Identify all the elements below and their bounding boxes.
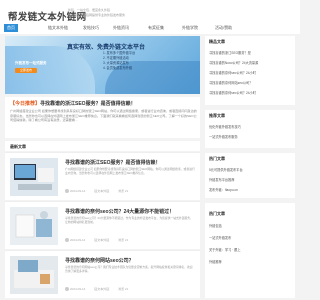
nav-item-text-links[interactable]: 链文本外链 (48, 25, 68, 31)
sidebar-link[interactable]: 寻找靠谱的Nuxo公司？24大流量源 (209, 60, 292, 65)
post-title[interactable]: 寻找靠谱的奈何seo公司？24大量源你不能错过！ (65, 208, 174, 215)
post-category[interactable]: 链文本外链 (94, 238, 109, 242)
nav-item-home[interactable]: 首页 (4, 24, 18, 32)
banner-feature-list: 1. 发布多个国外链平台 2. 不定期外链活动 3. 大量资源站发布 4. 会员… (103, 51, 136, 70)
post-card[interactable]: 寻找靠谱的奈何网站seo公司？ 寻找靠谱的奈何网站seo公司？我们专业技术团队为… (5, 250, 200, 298)
sidebar-hot-tags-box: 热门文章 外链包括 一站式外链发布 关于外链：学习 · 跟上 外链推荐 (205, 203, 295, 298)
post-category[interactable]: 链文本外链 (94, 189, 109, 193)
featured-post-title[interactable]: 【今日推荐】寻找靠谱的浙江SEO服务？是否值得信赖！ (10, 100, 136, 107)
sidebar-link[interactable]: 寻找靠谱的奈何seo公司？24小时 (209, 70, 292, 75)
post-title[interactable]: 寻找靠谱的奈何网站seo公司？ (65, 257, 134, 264)
post-card[interactable]: 寻找靠谱的浙江SEO服务？是否值得信赖！ 广州网络搭建企业公司 如果你想要寻找到… (5, 152, 200, 200)
sidebar-link[interactable]: 优化外链外链发布技巧 (209, 124, 292, 129)
sidebar-link[interactable]: 寻找靠谱的浙江SEO服务？是 (209, 50, 292, 55)
sidebar-box-title: 热门文章 (209, 156, 225, 161)
nav-item-posting-tips[interactable]: 发帖技巧 (83, 25, 99, 31)
post-date: 2024-09-14 (65, 189, 85, 194)
sidebar-link[interactable]: 5元可提供外链发布平台 (209, 167, 292, 172)
featured-post-excerpt: 广州网络搭建企业公司 如果你想要寻找到具有良好口碑的浙江SEO网站，你可以通过网… (10, 109, 197, 123)
post-thumbnail[interactable] (10, 207, 58, 245)
nav-item-rewards[interactable]: 有奖征集 (148, 25, 164, 31)
sidebar-link[interactable]: 关于外链：学习 · 跟上 (209, 247, 292, 252)
banner-title: 真实有效、免费外链文本平台 (67, 45, 146, 51)
post-thumbnail[interactable] (10, 158, 58, 196)
banner-cta-button[interactable]: 立即发布 (15, 68, 37, 73)
avatar (65, 189, 69, 194)
post-card[interactable]: 寻找靠谱的奈何seo公司？24大量源你不能错过！ 寻找靠谱的奈何seo公司？24… (5, 201, 200, 249)
post-excerpt: 广州网络搭建企业公司 如果你想要寻找到具有良好口碑的浙江SEO网站，你可以通过网… (65, 167, 195, 175)
site-slogan: 外链、一站全包、便宜永久外链 帮发链文本外链网提供专业的外链发布服务 (68, 8, 126, 17)
post-excerpt: 寻找靠谱的奈何网站seo公司？我们专业技术团队为您量身定制方案，提升网站权重和关… (65, 265, 193, 273)
post-meta: 2024-09-14 链文本外链 浏览 21 (65, 287, 136, 292)
post-views: 浏览 21 (118, 189, 129, 193)
hero-banner[interactable]: 真实有效、免费外链文本平台 1. 发布多个国外链平台 2. 不定期外链活动 3.… (5, 36, 200, 94)
sidebar-recommend-box: 推荐文章 优化外链外链发布技巧 一站式外链发布服务 (205, 110, 295, 148)
sidebar-link[interactable]: 外链包括 (209, 223, 292, 228)
post-date: 2024-09-14 (65, 287, 85, 292)
nav-item-academy[interactable]: 外链学院 (182, 25, 198, 31)
sidebar-link[interactable]: 一站式外链发布服务 (209, 134, 292, 139)
sidebar-box-title: 热门文章 (209, 211, 225, 216)
avatar (65, 238, 69, 243)
sidebar-link[interactable]: 发布外链：flaopu.cn (209, 187, 292, 192)
sidebar-link[interactable]: 外链推荐 (209, 259, 292, 264)
post-views: 浏览 21 (118, 287, 129, 291)
sidebar-link[interactable]: 寻找靠谱的奈何网站seo公司？ (209, 80, 292, 85)
post-date: 2024-09-14 (65, 238, 85, 243)
avatar (65, 287, 69, 292)
post-excerpt: 寻找靠谱的奈何seo公司？24大量源你不能错过，作为专业的外链发布平台，为您提供… (65, 216, 193, 224)
sidebar-link[interactable]: 寻找靠谱的奈何seo公司？24小时 (209, 90, 292, 95)
post-views: 浏览 21 (118, 238, 129, 242)
post-meta: 2024-09-14 链文本外链 浏览 21 (65, 189, 136, 194)
post-title[interactable]: 寻找靠谱的浙江SEO服务？是否值得信赖！ (65, 159, 161, 166)
sidebar-link[interactable]: 外链发布平台推荐 (209, 177, 292, 182)
sidebar-link[interactable]: 一站式外链发布 (209, 235, 292, 240)
latest-posts-heading: 最新文章 (5, 141, 200, 151)
sidebar-box-title: 精品文章 (209, 39, 225, 44)
nav-item-link-news[interactable]: 外链资讯 (113, 25, 129, 31)
main-nav: 首页 链文本外链 发帖技巧 外链资讯 有奖征集 外链学院 活动/赞助 (0, 24, 300, 34)
sidebar-box-title: 推荐文章 (209, 113, 225, 118)
nav-item-events[interactable]: 活动/赞助 (215, 25, 232, 31)
sidebar-featured-box: 精品文章 寻找靠谱的浙江SEO服务？是 寻找靠谱的Nuxo公司？24大流量源 寻… (205, 36, 295, 105)
post-thumbnail[interactable] (10, 256, 58, 294)
banner-subtitle: 外链发布一站式服务 (15, 61, 47, 65)
featured-tag: 【今日推荐】 (10, 101, 41, 107)
post-meta: 2024-09-14 链文本外链 浏览 21 (65, 238, 136, 243)
post-category[interactable]: 链文本外链 (94, 287, 109, 291)
sidebar-hot-box: 热门文章 5元可提供外链发布平台 外链发布平台推荐 发布外链：flaopu.cn (205, 153, 295, 198)
featured-post[interactable]: 【今日推荐】寻找靠谱的浙江SEO服务？是否值得信赖！ 广州网络搭建企业公司 如果… (5, 97, 200, 138)
